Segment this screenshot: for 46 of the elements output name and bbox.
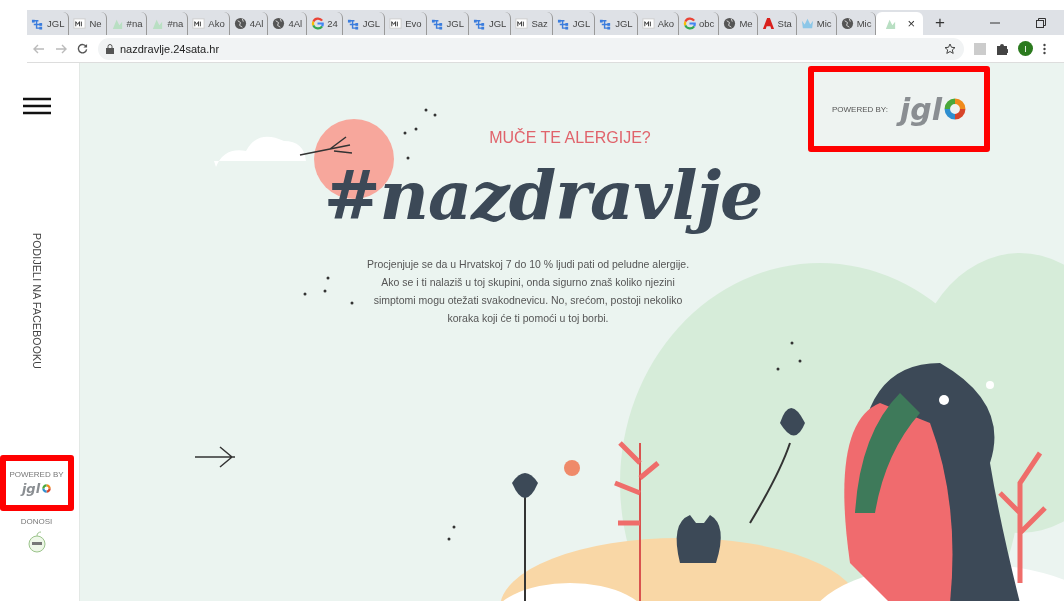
intro-paragraph: Procjenjuje se da u Hrvatskoj 7 do 10 % ljudi pati od peludne alergije. Ako se i ti nalaziš u toj skupini, onda sigurno znaš koliko njezini simptomi mogu otežati svakodnevicu. No, srećom, postoji nekoliko koraka koji će ti pomoći u toj borbi. xyxy=(365,257,691,327)
leaf-icon xyxy=(153,19,163,30)
crown-icon xyxy=(801,18,813,29)
ring-logo-icon xyxy=(42,484,52,494)
globe-icon xyxy=(841,17,853,30)
globe-icon xyxy=(724,17,736,30)
apple-logo-icon xyxy=(26,531,47,554)
site-logo-icon xyxy=(515,18,528,29)
powered-by-label: POWERED BY xyxy=(9,470,64,480)
profile-avatar[interactable]: I xyxy=(1018,41,1033,56)
restore-icon[interactable] xyxy=(1036,17,1046,28)
page-title: #nazdravlje xyxy=(322,154,764,237)
close-icon[interactable]: × xyxy=(907,16,915,31)
reload-icon[interactable] xyxy=(77,43,88,54)
share-on-facebook-link[interactable]: PODIJELI NA FACEBOOKU xyxy=(30,233,43,370)
lock-icon xyxy=(106,43,114,54)
leaf-icon xyxy=(886,19,896,30)
globe-icon xyxy=(273,17,285,30)
kicker-heading: MUČE TE ALERGIJE? xyxy=(489,129,651,147)
globe-icon xyxy=(234,17,246,30)
site-logo-icon xyxy=(192,18,205,29)
site-logo-icon xyxy=(389,18,402,29)
browser-tab[interactable]: × xyxy=(876,12,923,35)
puzzle-icon[interactable] xyxy=(996,42,1008,55)
tree-icon xyxy=(473,19,485,30)
tree-icon xyxy=(31,19,43,30)
brand-logo-text: jgl xyxy=(21,481,41,497)
presented-by-label: DONOSI xyxy=(20,517,53,527)
menu-icon[interactable] xyxy=(22,97,51,115)
google-icon xyxy=(683,17,696,30)
triangle-logo-icon xyxy=(762,17,774,30)
new-tab-button[interactable]: + xyxy=(931,13,949,33)
star-icon[interactable] xyxy=(944,42,956,55)
url-text: nazdravlje.24sata.hr xyxy=(120,42,220,55)
site-logo-icon xyxy=(73,18,86,29)
tree-icon xyxy=(347,19,358,30)
address-bar[interactable]: nazdravlje.24sata.hr xyxy=(98,37,964,60)
tree-icon xyxy=(557,19,568,30)
google-icon xyxy=(312,17,324,30)
powered-by-label: POWERED BY: xyxy=(831,104,888,114)
menu-dots-icon[interactable] xyxy=(1043,42,1046,55)
leaf-icon xyxy=(112,19,122,30)
ring-logo-icon xyxy=(944,98,967,120)
tree-icon xyxy=(431,19,442,30)
tree-icon xyxy=(600,19,611,30)
site-logo-icon xyxy=(642,18,655,29)
